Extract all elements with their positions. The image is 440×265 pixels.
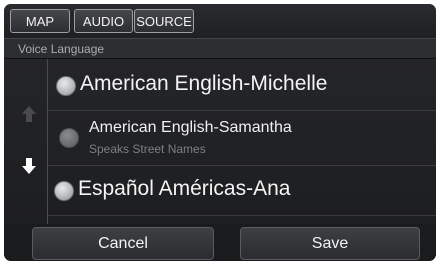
arrow-up-icon[interactable]	[18, 103, 40, 125]
option-label: Español Américas-Ana	[78, 177, 291, 200]
source-button[interactable]: SOURCE	[134, 9, 194, 33]
audio-button[interactable]: AUDIO	[74, 9, 133, 33]
bottom-bar: Cancel Save	[4, 224, 436, 261]
radio-button[interactable]	[59, 128, 79, 148]
option-label: American English-Michelle	[80, 72, 328, 95]
save-button[interactable]: Save	[240, 227, 420, 260]
list-item[interactable]: American English-Samantha Speaks Street …	[48, 111, 436, 166]
top-bar: MAP AUDIO SOURCE	[4, 4, 436, 38]
option-label: American English-Samantha	[89, 119, 292, 136]
page-title: Voice Language	[4, 38, 436, 59]
option-sublabel: Speaks Street Names	[89, 142, 206, 156]
scrollbar	[16, 59, 44, 224]
nav-screen: MAP AUDIO SOURCE Voice Language American…	[4, 4, 436, 261]
list-item[interactable]: American English-Michelle	[48, 59, 436, 111]
radio-button[interactable]	[54, 181, 74, 201]
cancel-button[interactable]: Cancel	[32, 227, 214, 260]
map-button[interactable]: MAP	[10, 9, 70, 33]
radio-button[interactable]	[56, 76, 76, 96]
list-item[interactable]: Español Américas-Ana	[48, 166, 436, 216]
arrow-down-icon[interactable]	[18, 155, 40, 177]
